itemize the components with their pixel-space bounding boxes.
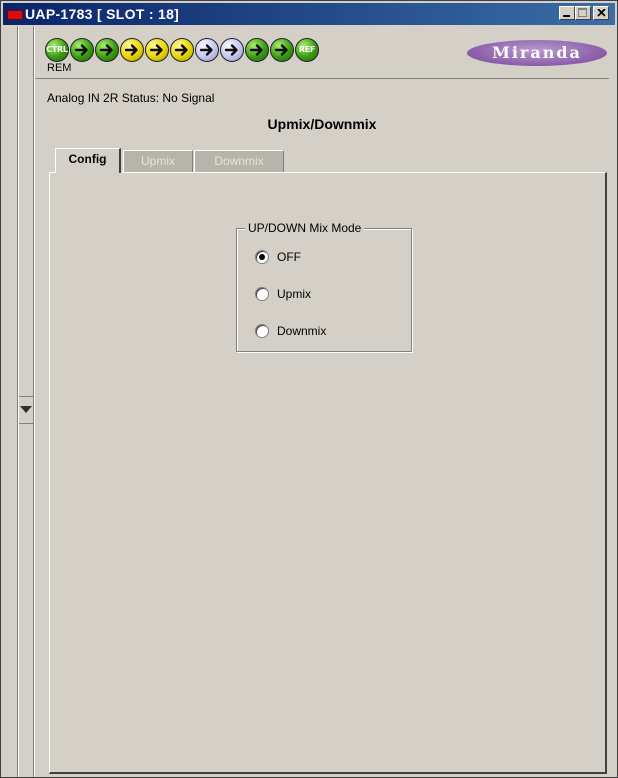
rem-label: REM bbox=[47, 62, 72, 74]
radio-button[interactable] bbox=[255, 324, 269, 338]
minimize-icon bbox=[563, 15, 570, 17]
collapse-toggle[interactable] bbox=[19, 396, 33, 424]
arrow-right-icon[interactable] bbox=[245, 38, 269, 62]
ctrl-status-icon[interactable]: CTRL bbox=[45, 38, 69, 62]
page-title: Upmix/Downmix bbox=[267, 116, 377, 132]
radio-label: Upmix bbox=[277, 287, 312, 301]
maximize-icon bbox=[578, 8, 587, 17]
ref-label: REF bbox=[298, 45, 316, 54]
arrow-right-icon[interactable] bbox=[120, 38, 144, 62]
arrow-right-icon[interactable] bbox=[170, 38, 194, 62]
app-status-icon bbox=[7, 10, 23, 20]
mix-mode-group: UP/DOWN Mix Mode OFF Upmix Downmix bbox=[236, 221, 412, 352]
config-panel: UP/DOWN Mix Mode OFF Upmix Downmix bbox=[49, 172, 607, 774]
status-icon-bar: CTRL REF REM Miranda bbox=[35, 26, 609, 79]
tab-downmix[interactable]: Downmix bbox=[194, 150, 284, 172]
application-window: UAP-1783 [ SLOT : 18] CTRL REF REM Mirand… bbox=[0, 0, 618, 778]
title-bar[interactable]: UAP-1783 [ SLOT : 18] bbox=[3, 3, 615, 25]
arrow-right-icon[interactable] bbox=[220, 38, 244, 62]
minimize-button[interactable] bbox=[559, 6, 575, 20]
close-icon bbox=[597, 9, 606, 17]
logo-text: Miranda bbox=[492, 43, 582, 62]
mix-mode-group-label: UP/DOWN Mix Mode bbox=[245, 221, 365, 235]
window-title: UAP-1783 [ SLOT : 18] bbox=[25, 6, 180, 22]
arrow-right-icon[interactable] bbox=[195, 38, 219, 62]
ref-status-icon[interactable]: REF bbox=[295, 38, 319, 62]
arrow-right-icon[interactable] bbox=[95, 38, 119, 62]
radio-label: Downmix bbox=[277, 324, 327, 338]
maximize-button[interactable] bbox=[575, 6, 591, 20]
radio-label: OFF bbox=[277, 250, 301, 264]
radio-button[interactable] bbox=[255, 250, 269, 264]
close-button[interactable] bbox=[593, 6, 609, 20]
radio-selected-dot bbox=[259, 254, 265, 260]
arrow-right-icon[interactable] bbox=[270, 38, 294, 62]
left-side-strip bbox=[3, 26, 35, 777]
tab-upmix[interactable]: Upmix bbox=[123, 150, 193, 172]
arrow-right-icon[interactable] bbox=[70, 38, 94, 62]
arrow-right-icon[interactable] bbox=[145, 38, 169, 62]
content-area: CTRL REF REM Miranda Analog IN 2R Status:… bbox=[35, 26, 615, 777]
radio-button[interactable] bbox=[255, 287, 269, 301]
miranda-logo: Miranda bbox=[467, 40, 607, 66]
chevron-down-icon bbox=[20, 406, 32, 413]
input-status-text: Analog IN 2R Status: No Signal bbox=[47, 91, 215, 105]
ctrl-label: CTRL bbox=[46, 45, 68, 54]
tab-config[interactable]: Config bbox=[55, 148, 121, 173]
